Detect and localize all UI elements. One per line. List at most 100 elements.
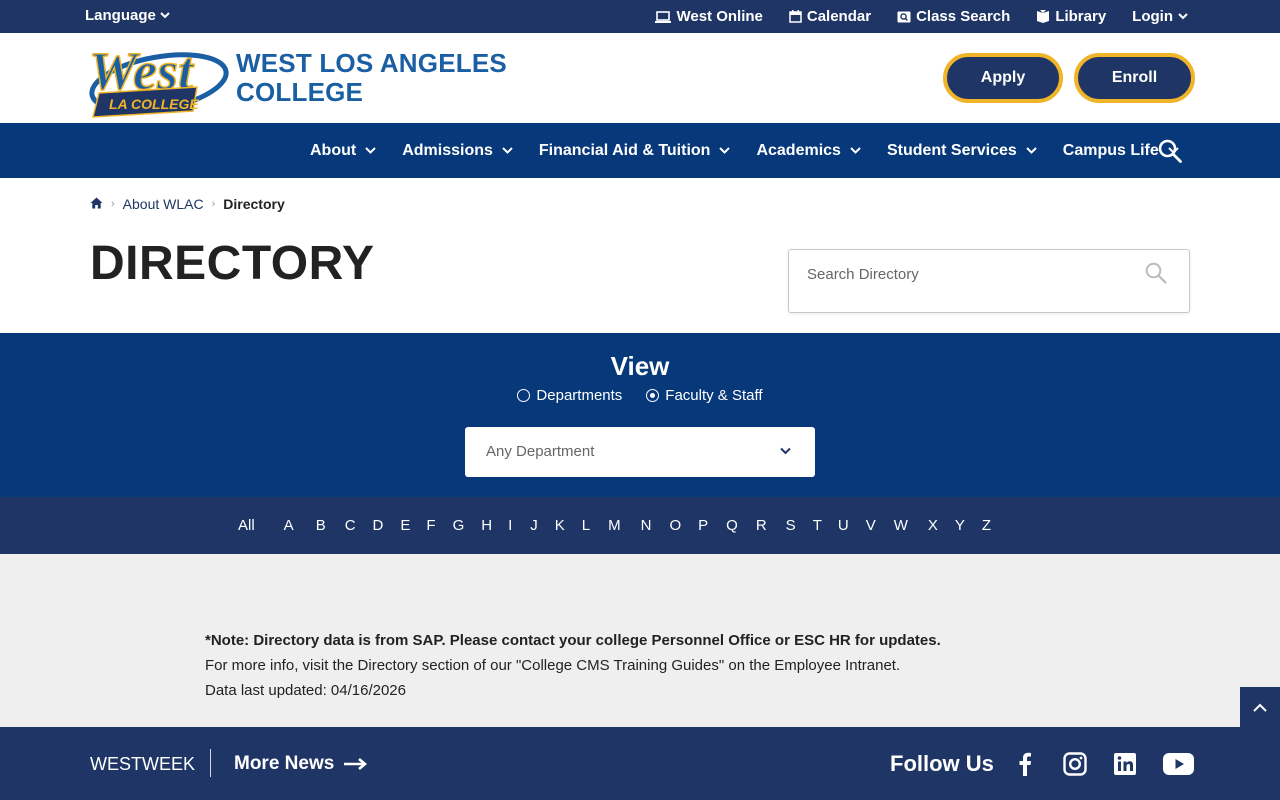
radio-button-selected: [646, 389, 660, 402]
linkedin-link[interactable]: [1112, 751, 1138, 777]
letter-f[interactable]: F: [426, 517, 435, 534]
note-line-guides: For more info, visit the Directory secti…: [205, 657, 901, 674]
chevron-down-icon: [780, 447, 791, 455]
apply-button[interactable]: Apply: [943, 53, 1063, 103]
directory-search-button[interactable]: [1145, 262, 1167, 289]
westweek-label[interactable]: WESTWEEK: [90, 754, 195, 775]
letter-l[interactable]: L: [582, 517, 590, 534]
alphabet-row: All A B CDEF GHI JKL M NOP Q R STUV W XYZ: [238, 517, 991, 534]
nav-item-student-services[interactable]: Student Services: [887, 142, 1037, 160]
letter-m[interactable]: M: [608, 517, 621, 534]
letter-s[interactable]: S: [786, 517, 796, 534]
letter-u[interactable]: U: [838, 517, 849, 534]
letter-q[interactable]: Q: [726, 517, 738, 534]
breadcrumb-current: Directory: [223, 196, 285, 212]
nav-item-about[interactable]: About: [310, 142, 376, 160]
radio-departments[interactable]: Departments: [517, 387, 622, 404]
chevron-down-icon: [850, 147, 861, 154]
footer-bar: WESTWEEK More News Follow Us: [0, 727, 1280, 800]
language-menu[interactable]: Language: [85, 7, 170, 24]
radio-label: Departments: [536, 387, 623, 404]
chevron-down-icon: [1026, 147, 1037, 154]
letter-x[interactable]: X: [928, 517, 938, 534]
instagram-link[interactable]: [1062, 751, 1088, 777]
home-link[interactable]: [90, 196, 103, 212]
nav-item-label: Student Services: [886, 141, 1017, 159]
nav-item-admissions[interactable]: Admissions: [402, 142, 513, 160]
letter-t[interactable]: T: [813, 517, 822, 534]
letter-g[interactable]: G: [453, 517, 465, 534]
letter-a[interactable]: A: [284, 517, 294, 534]
class-search-label: Class Search: [916, 8, 1011, 25]
nav-item-label: About: [310, 141, 357, 159]
letter-y[interactable]: Y: [955, 517, 965, 534]
nav-item-academics[interactable]: Academics: [756, 142, 861, 160]
note-line-updated: Data last updated: 04/16/2026: [205, 682, 406, 699]
letter-h[interactable]: H: [481, 517, 492, 534]
letter-i[interactable]: I: [508, 517, 512, 534]
letter-d[interactable]: D: [373, 517, 384, 534]
more-news-link[interactable]: More News: [234, 753, 368, 775]
letter-k[interactable]: K: [555, 517, 565, 534]
college-name-line2: COLLEGE: [236, 77, 364, 107]
letter-all[interactable]: All: [238, 517, 255, 534]
letter-c[interactable]: C: [345, 517, 356, 534]
breadcrumb-about-wlac[interactable]: About WLAC: [123, 196, 204, 212]
letter-p[interactable]: P: [698, 517, 708, 534]
divider: [210, 749, 211, 777]
chevron-down-icon: [719, 147, 731, 154]
letter-j[interactable]: J: [530, 517, 538, 534]
social-links: [1012, 751, 1194, 777]
letter-e[interactable]: E: [400, 517, 410, 534]
college-name[interactable]: WEST LOS ANGELES COLLEGE: [236, 49, 507, 107]
alphabet-filter: All A B CDEF GHI JKL M NOP Q R STUV W XYZ: [0, 497, 1280, 554]
college-name-line1: WEST LOS ANGELES: [236, 48, 507, 78]
enroll-button[interactable]: Enroll: [1074, 53, 1195, 103]
radio-faculty-staff[interactable]: Faculty & Staff: [646, 387, 763, 404]
letter-r[interactable]: R: [756, 517, 767, 534]
radio-label: Faculty & Staff: [665, 387, 763, 404]
college-logo[interactable]: West LA COLLEGE: [85, 37, 230, 119]
nav-item-label: Academics: [756, 141, 841, 159]
letter-b[interactable]: B: [316, 517, 326, 534]
search-icon: [1158, 139, 1182, 163]
calendar-link[interactable]: Calendar: [789, 8, 871, 25]
class-search-link[interactable]: Class Search: [897, 8, 1010, 25]
letter-w[interactable]: W: [894, 517, 908, 534]
main-nav-items: About Admissions Financial Aid & Tuition…: [310, 123, 1205, 178]
home-icon: [90, 197, 103, 209]
chevron-down-icon: [365, 147, 376, 154]
directory-search-input[interactable]: [807, 262, 1137, 286]
breadcrumb: › About WLAC › Directory: [90, 196, 285, 212]
department-select[interactable]: Any Department: [465, 427, 815, 477]
letter-o[interactable]: O: [669, 517, 681, 534]
nav-item-label: Admissions: [402, 141, 493, 159]
laptop-icon: [655, 10, 672, 23]
breadcrumb-separator: ›: [111, 198, 115, 210]
nav-item-label: Financial Aid & Tuition: [538, 141, 711, 159]
west-online-link[interactable]: West Online: [655, 8, 763, 25]
letter-v[interactable]: V: [866, 517, 876, 534]
library-link[interactable]: Library: [1036, 8, 1106, 25]
chevron-up-icon: [1253, 703, 1267, 712]
nav-item-financial-aid[interactable]: Financial Aid & Tuition: [539, 142, 731, 160]
follow-us-label: Follow Us: [890, 751, 994, 776]
directory-note: *Note: Directory data is from SAP. Pleas…: [0, 554, 1280, 727]
back-to-top-button[interactable]: [1240, 687, 1280, 727]
site-search-button[interactable]: [1158, 139, 1182, 168]
note-line-sap: *Note: Directory data is from SAP. Pleas…: [205, 632, 941, 649]
west-online-label: West Online: [676, 8, 763, 25]
login-label: Login: [1132, 8, 1173, 25]
calendar-icon: [789, 10, 802, 23]
facebook-link[interactable]: [1012, 751, 1038, 777]
arrow-right-icon: [344, 758, 368, 770]
department-select-value: Any Department: [486, 443, 595, 460]
login-menu[interactable]: Login: [1132, 8, 1188, 25]
linkedin-icon: [1114, 753, 1136, 775]
letter-z[interactable]: Z: [982, 517, 991, 534]
instagram-icon: [1063, 752, 1087, 776]
chevron-down-icon: [1178, 13, 1188, 20]
youtube-link[interactable]: [1162, 751, 1194, 777]
letter-n[interactable]: N: [641, 517, 652, 534]
site-header: West LA COLLEGE WEST LOS ANGELES COLLEGE…: [0, 33, 1280, 123]
